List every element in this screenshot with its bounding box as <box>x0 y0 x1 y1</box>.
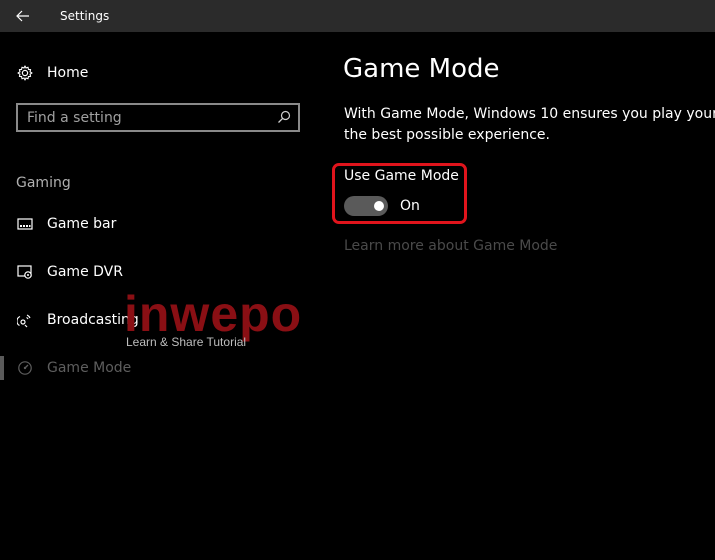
watermark: inwepo Learn & Share Tutorial <box>124 286 324 356</box>
toggle-knob <box>374 201 384 211</box>
toggle-state-text: On <box>400 198 420 214</box>
back-button[interactable] <box>0 0 46 32</box>
description-line: the best possible experience. <box>344 127 550 143</box>
broadcasting-icon <box>16 311 34 329</box>
sidebar-item-label: Home <box>47 65 89 81</box>
learn-more-link[interactable]: Learn more about Game Mode <box>344 238 557 254</box>
description-line: With Game Mode, Windows 10 ensures you p… <box>344 106 715 122</box>
game-mode-icon <box>16 359 34 377</box>
search-field-container <box>16 103 300 132</box>
search-input[interactable] <box>18 108 269 127</box>
title-bar: Settings <box>0 0 715 32</box>
search-icon[interactable] <box>277 110 291 124</box>
watermark-logo-text: inwepo <box>124 286 303 342</box>
sidebar-item-game-bar[interactable]: Game bar <box>0 204 320 244</box>
sidebar-item-label: Game bar <box>47 216 117 232</box>
page-title: Game Mode <box>343 54 500 84</box>
back-arrow-icon <box>16 10 29 22</box>
sidebar-item-label: Game DVR <box>47 264 123 280</box>
sidebar-item-label: Game Mode <box>47 360 132 376</box>
game-bar-icon <box>16 215 34 233</box>
page-description: With Game Mode, Windows 10 ensures you p… <box>344 104 715 146</box>
section-heading-gaming: Gaming <box>16 175 71 191</box>
game-dvr-icon <box>16 263 34 281</box>
sidebar-item-home[interactable]: Home <box>0 53 320 93</box>
game-mode-toggle-label: Use Game Mode <box>344 168 459 184</box>
gear-icon <box>16 64 34 82</box>
window-title: Settings <box>60 9 110 23</box>
watermark-tagline: Learn & Share Tutorial <box>126 335 247 349</box>
game-mode-toggle[interactable] <box>344 196 388 216</box>
watermark-logo: inwepo <box>124 286 302 342</box>
